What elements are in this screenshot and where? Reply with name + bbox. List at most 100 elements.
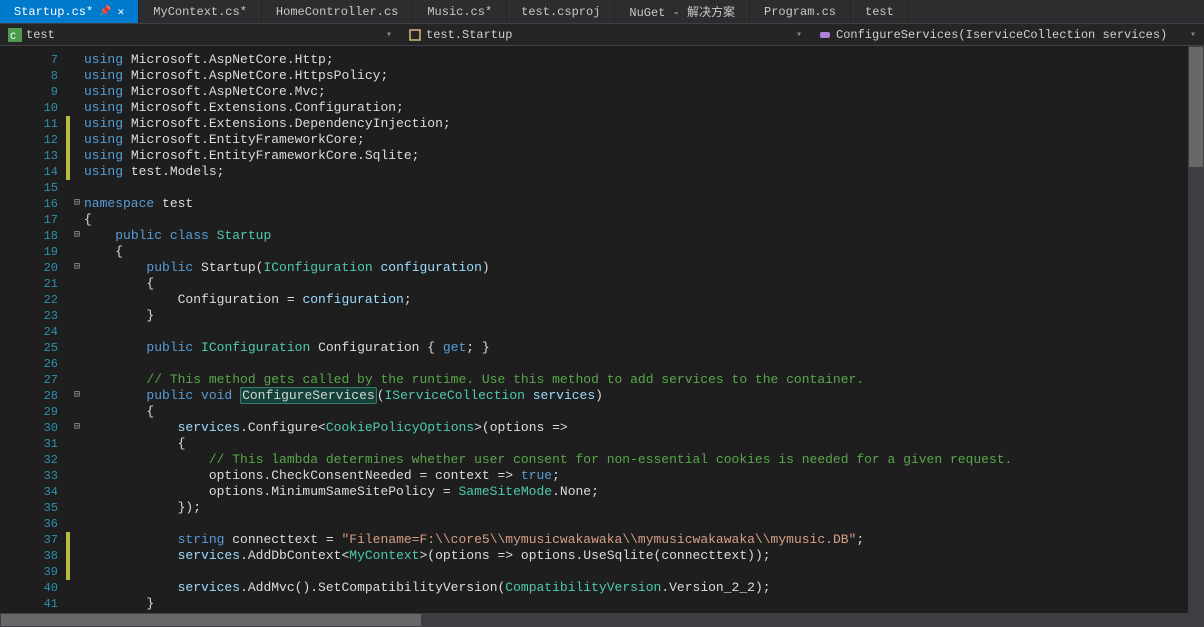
line-number: 25: [18, 340, 58, 356]
code-line[interactable]: [84, 564, 1188, 580]
code-line[interactable]: });: [84, 500, 1188, 516]
fold-toggle[interactable]: [70, 484, 84, 500]
code-line[interactable]: services.Configure<CookiePolicyOptions>(…: [84, 420, 1188, 436]
code-line[interactable]: // This lambda determines whether user c…: [84, 452, 1188, 468]
code-line[interactable]: using Microsoft.Extensions.DependencyInj…: [84, 116, 1188, 132]
fold-toggle[interactable]: [70, 596, 84, 612]
method-icon: [818, 28, 832, 42]
fold-toggle[interactable]: [70, 212, 84, 228]
fold-toggle[interactable]: [70, 564, 84, 580]
code-line[interactable]: [84, 516, 1188, 532]
fold-toggle[interactable]: [70, 324, 84, 340]
fold-toggle[interactable]: [70, 132, 84, 148]
code-content[interactable]: using Microsoft.AspNetCore.Http;using Mi…: [84, 46, 1188, 613]
document-tab[interactable]: NuGet - 解决方案: [615, 0, 750, 23]
code-line[interactable]: {: [84, 212, 1188, 228]
code-line[interactable]: using Microsoft.AspNetCore.HttpsPolicy;: [84, 68, 1188, 84]
fold-toggle[interactable]: [70, 436, 84, 452]
fold-toggle[interactable]: [70, 84, 84, 100]
fold-toggle[interactable]: [70, 340, 84, 356]
fold-toggle[interactable]: [70, 404, 84, 420]
fold-toggle[interactable]: [70, 548, 84, 564]
code-line[interactable]: Configuration = configuration;: [84, 292, 1188, 308]
code-line[interactable]: using Microsoft.Extensions.Configuration…: [84, 100, 1188, 116]
fold-toggle[interactable]: ⊟: [70, 260, 84, 276]
fold-toggle[interactable]: [70, 372, 84, 388]
fold-toggle[interactable]: ⊟: [70, 228, 84, 244]
fold-toggle[interactable]: [70, 500, 84, 516]
code-line[interactable]: [84, 180, 1188, 196]
horizontal-scrollbar[interactable]: [0, 613, 1204, 627]
close-icon[interactable]: ✕: [118, 5, 125, 19]
fold-toggle[interactable]: [70, 68, 84, 84]
code-line[interactable]: using Microsoft.EntityFrameworkCore.Sqli…: [84, 148, 1188, 164]
code-line[interactable]: {: [84, 436, 1188, 452]
fold-toggle[interactable]: [70, 180, 84, 196]
code-line[interactable]: [84, 356, 1188, 372]
project-selector[interactable]: C test ▾: [0, 24, 400, 45]
fold-toggle[interactable]: [70, 116, 84, 132]
fold-toggle[interactable]: [70, 308, 84, 324]
fold-toggle[interactable]: [70, 100, 84, 116]
code-line[interactable]: using Microsoft.EntityFrameworkCore;: [84, 132, 1188, 148]
line-number: 28: [18, 388, 58, 404]
fold-toggle[interactable]: [70, 532, 84, 548]
fold-toggle[interactable]: [70, 516, 84, 532]
fold-toggle[interactable]: [70, 356, 84, 372]
code-line[interactable]: using Microsoft.AspNetCore.Mvc;: [84, 84, 1188, 100]
code-line[interactable]: using test.Models;: [84, 164, 1188, 180]
csharp-project-icon: C: [8, 28, 22, 42]
code-line[interactable]: namespace test: [84, 196, 1188, 212]
fold-toggle[interactable]: [70, 148, 84, 164]
document-tab[interactable]: Music.cs*: [413, 0, 507, 23]
line-number: 37: [18, 532, 58, 548]
line-number: 27: [18, 372, 58, 388]
fold-toggle[interactable]: [70, 468, 84, 484]
fold-toggle[interactable]: [70, 452, 84, 468]
code-line[interactable]: }: [84, 308, 1188, 324]
fold-toggle[interactable]: ⊟: [70, 388, 84, 404]
code-line[interactable]: {: [84, 276, 1188, 292]
member-selector[interactable]: ConfigureServices(IserviceCollection ser…: [810, 24, 1204, 45]
code-editor[interactable]: 7891011121314151617181920212223242526272…: [0, 46, 1204, 613]
code-line[interactable]: using Microsoft.AspNetCore.Http;: [84, 52, 1188, 68]
document-tab[interactable]: test: [851, 0, 909, 23]
fold-toggle[interactable]: [70, 276, 84, 292]
line-number: 35: [18, 500, 58, 516]
fold-toggle[interactable]: [70, 580, 84, 596]
code-line[interactable]: services.AddDbContext<MyContext>(options…: [84, 548, 1188, 564]
class-icon: [408, 28, 422, 42]
scrollbar-thumb[interactable]: [1189, 47, 1203, 167]
scrollbar-thumb[interactable]: [1, 614, 421, 626]
line-number: 14: [18, 164, 58, 180]
code-line[interactable]: public IConfiguration Configuration { ge…: [84, 340, 1188, 356]
class-selector[interactable]: test.Startup ▾: [400, 24, 810, 45]
code-line[interactable]: string connecttext = "Filename=F:\\core5…: [84, 532, 1188, 548]
code-line[interactable]: // This method gets called by the runtim…: [84, 372, 1188, 388]
code-line[interactable]: }: [84, 596, 1188, 612]
outlining-margin[interactable]: ⊟ ⊟ ⊟ ⊟ ⊟: [70, 46, 84, 613]
code-line[interactable]: options.CheckConsentNeeded = context => …: [84, 468, 1188, 484]
code-line[interactable]: services.AddMvc().SetCompatibilityVersio…: [84, 580, 1188, 596]
fold-toggle[interactable]: [70, 52, 84, 68]
code-line[interactable]: {: [84, 404, 1188, 420]
svg-text:C: C: [10, 32, 16, 42]
code-line[interactable]: public class Startup: [84, 228, 1188, 244]
document-tab[interactable]: MyContext.cs*: [139, 0, 262, 23]
fold-toggle[interactable]: [70, 244, 84, 260]
fold-toggle[interactable]: [70, 164, 84, 180]
document-tab[interactable]: Program.cs: [750, 0, 851, 23]
document-tab[interactable]: Startup.cs*📌✕: [0, 0, 139, 23]
document-tab[interactable]: HomeController.cs: [262, 0, 413, 23]
code-line[interactable]: [84, 324, 1188, 340]
line-number: 22: [18, 292, 58, 308]
document-tab[interactable]: test.csproj: [507, 0, 615, 23]
code-line[interactable]: public Startup(IConfiguration configurat…: [84, 260, 1188, 276]
fold-toggle[interactable]: [70, 292, 84, 308]
fold-toggle[interactable]: ⊟: [70, 196, 84, 212]
fold-toggle[interactable]: ⊟: [70, 420, 84, 436]
vertical-scrollbar[interactable]: [1188, 46, 1204, 613]
code-line[interactable]: options.MinimumSameSitePolicy = SameSite…: [84, 484, 1188, 500]
code-line[interactable]: public void ConfigureServices(IServiceCo…: [84, 388, 1188, 404]
code-line[interactable]: {: [84, 244, 1188, 260]
